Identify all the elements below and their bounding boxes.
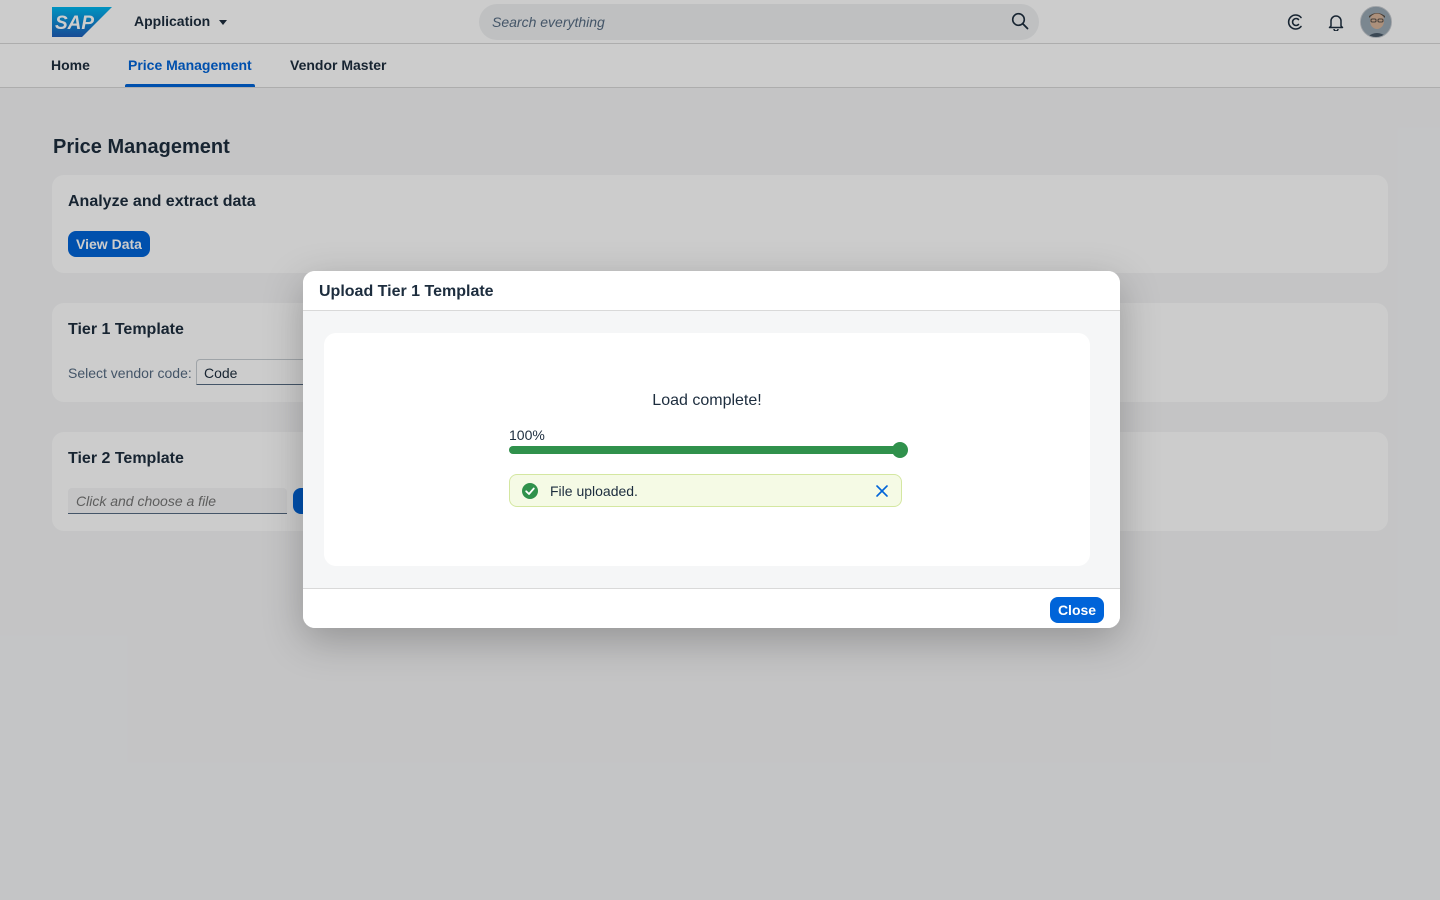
success-message-text: File uploaded. (550, 483, 638, 499)
close-icon[interactable] (874, 483, 890, 499)
load-complete-message: Load complete! (652, 392, 762, 409)
dialog-body: Load complete! 100% File uploaded. (303, 311, 1120, 588)
progress-knob (892, 442, 908, 458)
upload-dialog: Upload Tier 1 Template Load complete! 10… (303, 271, 1120, 628)
progress-fill (509, 446, 903, 454)
success-check-icon (522, 483, 538, 499)
success-message-strip: File uploaded. (509, 474, 902, 507)
upload-panel: Load complete! 100% File uploaded. (324, 333, 1090, 566)
progress-label: 100% (509, 427, 545, 443)
close-button[interactable]: Close (1050, 597, 1104, 623)
dialog-header: Upload Tier 1 Template (303, 271, 1120, 311)
progress-bar (509, 442, 908, 458)
dialog-title: Upload Tier 1 Template (319, 283, 494, 300)
dialog-footer: Close (303, 588, 1120, 628)
